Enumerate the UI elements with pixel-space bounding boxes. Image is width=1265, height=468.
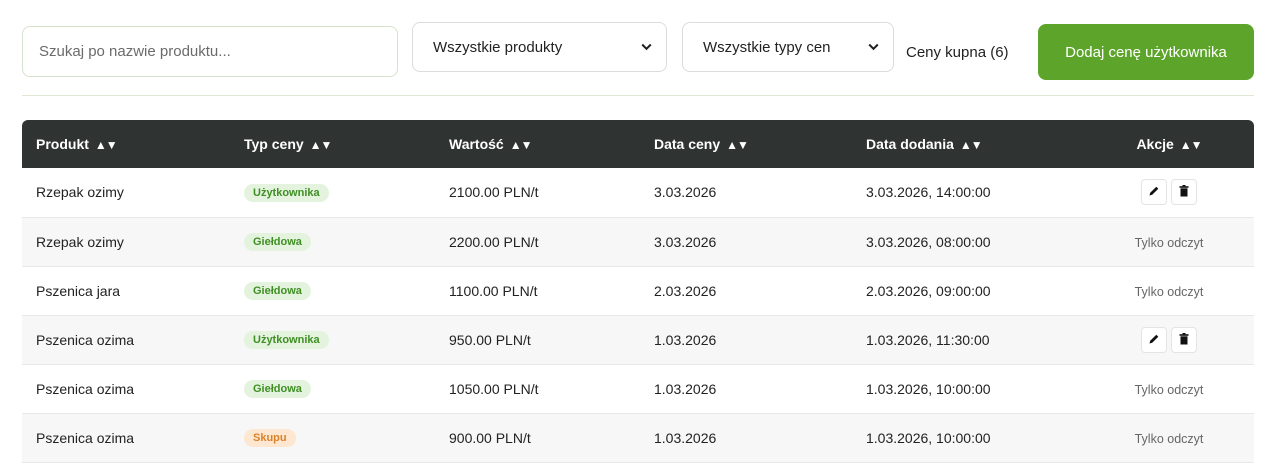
- header-label: Data dodania: [866, 136, 954, 152]
- table-row: Pszenica ozima Użytkownika 950.00 PLN/t 1.0…: [22, 315, 1254, 364]
- header-label: Produkt: [36, 136, 89, 152]
- table-row: Pszenica ozima Giełdowa 1050.00 PLN/t 1.03.…: [22, 364, 1254, 413]
- price-type-badge: Giełdowa: [244, 380, 311, 398]
- row-actions: [1141, 326, 1197, 353]
- trash-icon: [1179, 184, 1189, 200]
- cell-value: 1050.00 PLN/t: [449, 380, 539, 397]
- table-header-row: Produkt ▲▼ Typ ceny ▲▼ Wartość ▲▼ Data ceny ▲▼ D…: [22, 120, 1254, 168]
- price-type-badge: Skupu: [244, 429, 296, 447]
- cell-product: Pszenica jara: [36, 282, 121, 299]
- delete-button[interactable]: [1171, 326, 1197, 353]
- cell-product: Pszenica ozima: [36, 380, 135, 397]
- purchase-prices-count: Ceny kupna (6): [906, 44, 1009, 61]
- sort-icon: ▲▼: [726, 138, 749, 152]
- price-type-filter-select[interactable]: Wszystkie typy cen: [682, 22, 894, 72]
- cell-price-type: Skupu: [230, 413, 435, 462]
- cell-product: Pszenica ozima: [36, 331, 135, 348]
- cell-added-date: 3.03.2026, 08:00:00: [866, 233, 991, 250]
- readonly-label: Tylko odczyt: [1134, 235, 1204, 250]
- chevron-down-icon: [867, 41, 879, 53]
- edit-button[interactable]: [1141, 179, 1167, 206]
- header-label: Typ ceny: [244, 136, 304, 152]
- cell-added-date: 2.03.2026, 09:00:00: [866, 282, 991, 299]
- table-row: Pszenica ozima Skupu 900.00 PLN/t 1.03.2026…: [22, 413, 1254, 462]
- product-filter-value: Wszystkie produkty: [433, 38, 563, 56]
- table-row: Pszenica jara Giełdowa 1100.00 PLN/t 2.03.2…: [22, 266, 1254, 315]
- cell-added-date: 1.03.2026, 11:30:00: [866, 331, 990, 348]
- cell-added-date: 3.03.2026, 14:00:00: [866, 184, 991, 201]
- header-value[interactable]: Wartość ▲▼: [435, 120, 640, 168]
- header-label: Wartość: [449, 136, 504, 152]
- cell-value: 900.00 PLN/t: [449, 429, 531, 446]
- sort-icon: ▲▼: [959, 138, 983, 152]
- cell-actions: Tylko odczyt: [1084, 217, 1254, 266]
- price-type-badge: Użytkownika: [244, 183, 329, 202]
- prices-table: Produkt ▲▼ Typ ceny ▲▼ Wartość ▲▼ Data ceny ▲▼ D…: [22, 120, 1254, 465]
- cell-price-date: 3.03.2026: [654, 233, 717, 250]
- table-row: Rzepak ozimy Giełdowa 2200.00 PLN/t 3.03.20…: [22, 217, 1254, 266]
- cell-value: 2200.00 PLN/t: [449, 233, 539, 250]
- table-row: Rzepak ozimy Użytkownika 2100.00 PLN/t 3.03…: [22, 168, 1254, 217]
- cell-price-type: Giełdowa: [230, 217, 435, 266]
- cell-price-date: 1.03.2026: [654, 331, 717, 348]
- cell-value: 950.00 PLN/t: [449, 331, 531, 348]
- price-type-badge: Giełdowa: [244, 282, 311, 300]
- chevron-down-icon: [640, 41, 652, 53]
- cell-value: 1100.00 PLN/t: [449, 282, 538, 299]
- price-type-filter-value: Wszystkie typy cen: [703, 38, 831, 56]
- sort-icon: ▲▼: [94, 138, 118, 152]
- cell-price-date: 3.03.2026: [654, 184, 717, 201]
- trash-icon: [1179, 332, 1189, 348]
- cell-price-type: Użytkownika: [230, 168, 435, 217]
- toolbar: Wszystkie produkty Wszystkie typy cen Ce…: [0, 0, 1265, 96]
- row-actions: [1141, 179, 1197, 206]
- sort-icon: ▲▼: [509, 138, 533, 152]
- header-product[interactable]: Produkt ▲▼: [22, 120, 230, 168]
- cell-price-date: 2.03.2026: [654, 282, 717, 299]
- cell-actions: [1084, 315, 1254, 364]
- search-input[interactable]: [22, 26, 398, 77]
- cell-added-date: 1.03.2026, 10:00:00: [866, 429, 991, 446]
- cell-actions: Tylko odczyt: [1084, 364, 1254, 413]
- cell-value: 2100.00 PLN/t: [449, 184, 539, 201]
- cell-added-date: 1.03.2026, 10:00:00: [866, 380, 991, 397]
- add-user-price-button[interactable]: Dodaj cenę użytkownika: [1038, 24, 1254, 80]
- sort-icon: ▲▼: [309, 138, 333, 152]
- pencil-icon: [1148, 184, 1160, 200]
- cell-price-type: Giełdowa: [230, 364, 435, 413]
- header-label: Data ceny: [654, 136, 721, 152]
- price-type-badge: Giełdowa: [244, 233, 311, 251]
- header-added-date[interactable]: Data dodania ▲▼: [852, 120, 1084, 168]
- price-type-badge: Użytkownika: [244, 331, 329, 349]
- readonly-label: Tylko odczyt: [1134, 284, 1204, 299]
- pencil-icon: [1148, 332, 1160, 348]
- readonly-label: Tylko odczyt: [1134, 431, 1204, 446]
- cell-price-date: 1.03.2026: [654, 429, 717, 446]
- cell-product: Rzepak ozimy: [36, 184, 124, 201]
- header-price-date[interactable]: Data ceny ▲▼: [640, 120, 852, 168]
- delete-button[interactable]: [1171, 179, 1197, 206]
- cell-actions: Tylko odczyt: [1084, 413, 1254, 462]
- sort-icon: ▲▼: [1179, 138, 1203, 152]
- header-actions[interactable]: Akcje ▲▼: [1084, 120, 1254, 168]
- edit-button[interactable]: [1141, 326, 1167, 353]
- cell-actions: Tylko odczyt: [1084, 266, 1254, 315]
- toolbar-divider: [22, 95, 1254, 96]
- product-filter-select[interactable]: Wszystkie produkty: [412, 22, 667, 72]
- cell-price-type: Giełdowa: [230, 266, 435, 315]
- header-price-type[interactable]: Typ ceny ▲▼: [230, 120, 435, 168]
- cell-product: Pszenica ozima: [36, 429, 135, 446]
- cell-product: Rzepak ozimy: [36, 233, 124, 250]
- cell-price-date: 1.03.2026: [654, 380, 717, 397]
- header-label: Akcje: [1136, 136, 1174, 152]
- cell-price-type: Użytkownika: [230, 315, 435, 364]
- readonly-label: Tylko odczyt: [1134, 382, 1204, 397]
- cell-actions: [1084, 168, 1254, 217]
